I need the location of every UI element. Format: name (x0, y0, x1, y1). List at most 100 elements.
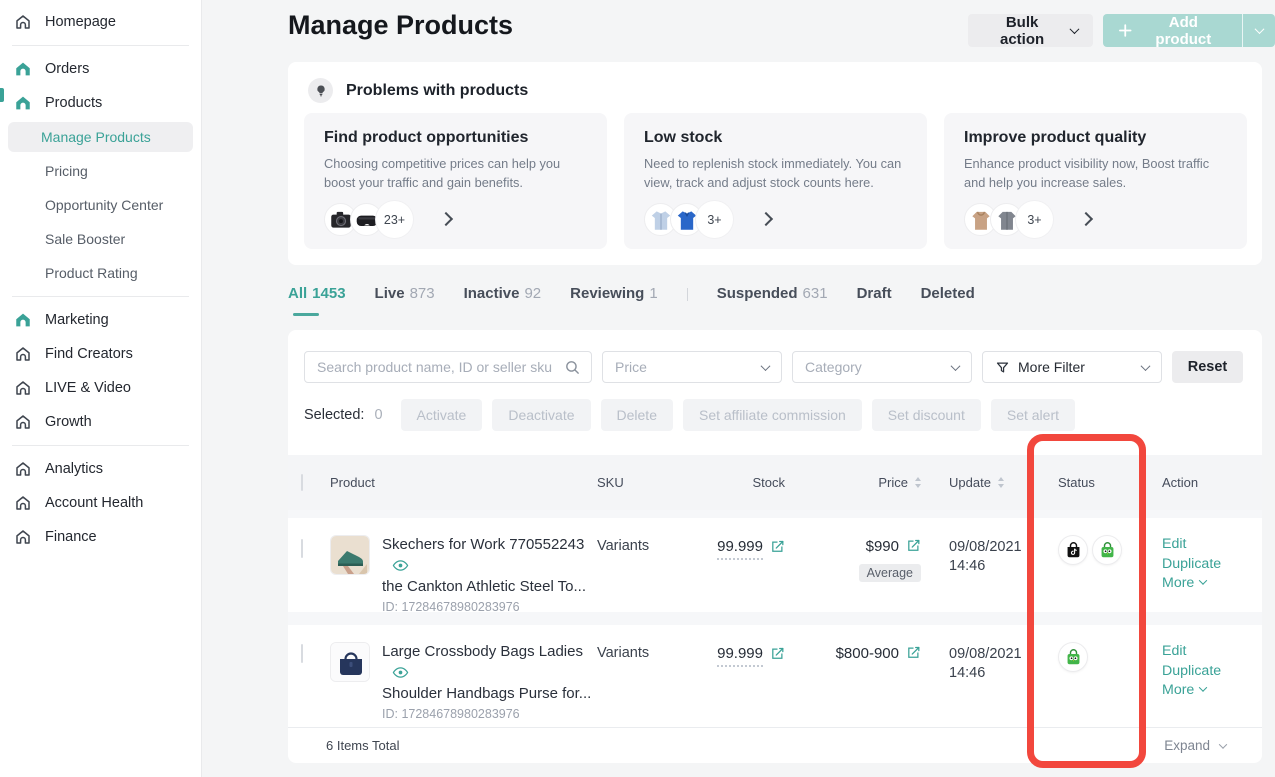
add-product-dropdown-button[interactable] (1242, 14, 1275, 47)
bulk-action-button[interactable]: Bulk action (968, 14, 1093, 47)
set-affiliate-commission-button[interactable]: Set affiliate commission (683, 399, 862, 431)
column-update[interactable]: Update (938, 475, 1050, 490)
edit-link[interactable]: Edit (1162, 535, 1186, 555)
chevron-down-icon (1254, 24, 1264, 34)
category-filter-dropdown[interactable]: Category (792, 351, 972, 383)
preview-eye-icon[interactable] (392, 558, 409, 578)
deactivate-button[interactable]: Deactivate (492, 399, 590, 431)
house-icon (14, 494, 32, 512)
card-thumbnails: 23+ (324, 201, 587, 238)
sort-icon[interactable] (915, 477, 921, 488)
duplicate-link[interactable]: Duplicate (1162, 662, 1221, 682)
search-input[interactable] (317, 359, 564, 375)
edit-stock-icon[interactable] (770, 646, 785, 666)
card-improve-product-quality[interactable]: Improve product quality Enhance product … (944, 113, 1247, 249)
tab-live[interactable]: Live873 (375, 285, 435, 316)
more-count-badge: 3+ (696, 201, 733, 238)
sidebar-item-label: Orders (45, 61, 89, 77)
sidebar: Homepage Orders Products Manage Products… (0, 0, 202, 777)
green-owl-bag-icon (1058, 642, 1088, 672)
tab-draft[interactable]: Draft (857, 285, 892, 316)
column-action: Action (1160, 475, 1262, 490)
search-icon[interactable] (564, 359, 581, 376)
product-name-line1[interactable]: Skechers for Work 770552243 (382, 536, 584, 553)
sidebar-item-analytics[interactable]: Analytics (0, 452, 201, 486)
funnel-icon (995, 360, 1010, 375)
card-low-stock[interactable]: Low stock Need to replenish stock immedi… (624, 113, 927, 249)
sidebar-item-label: Sale Booster (45, 231, 125, 247)
stock-cell: 99.999 (743, 625, 798, 667)
tab-label: Reviewing (570, 285, 644, 302)
stock-value[interactable]: 99.999 (717, 645, 763, 667)
sidebar-item-label: Marketing (45, 312, 109, 328)
more-filter-dropdown[interactable]: More Filter (982, 351, 1162, 383)
duplicate-link[interactable]: Duplicate (1162, 555, 1221, 575)
more-link[interactable]: More (1162, 681, 1206, 701)
chevron-right-icon[interactable] (441, 211, 451, 229)
activate-button[interactable]: Activate (401, 399, 483, 431)
edit-link[interactable]: Edit (1162, 642, 1186, 662)
set-alert-button[interactable]: Set alert (991, 399, 1075, 431)
sidebar-divider (12, 296, 189, 297)
sidebar-item-label: LIVE & Video (45, 380, 131, 396)
row-gap (288, 510, 1262, 518)
sidebar-item-label: Analytics (45, 461, 103, 477)
sidebar-item-opportunity-center[interactable]: Opportunity Center (0, 188, 201, 222)
add-product-button[interactable]: Add product (1103, 14, 1242, 47)
tab-all[interactable]: All1453 (288, 285, 346, 316)
tab-deleted[interactable]: Deleted (921, 285, 975, 316)
row-checkbox[interactable] (301, 539, 303, 558)
sidebar-item-manage-products[interactable]: Manage Products (8, 122, 193, 152)
preview-eye-icon[interactable] (392, 665, 409, 685)
tiktok-shop-bag-icon (1058, 535, 1088, 565)
sidebar-item-products[interactable]: Products (0, 86, 201, 120)
problems-title: Problems with products (346, 82, 528, 100)
edit-price-icon[interactable] (906, 645, 921, 664)
reset-button[interactable]: Reset (1172, 351, 1243, 383)
sidebar-item-marketing[interactable]: Marketing (0, 303, 201, 337)
table-row: Skechers for Work 770552243 the Cankton … (288, 518, 1262, 612)
column-price[interactable]: Price (798, 475, 938, 490)
product-cell: Large Crossbody Bags Ladies Shoulder Han… (330, 625, 597, 721)
select-all-checkbox[interactable] (301, 474, 303, 491)
sidebar-item-homepage[interactable]: Homepage (0, 5, 201, 39)
edit-price-icon[interactable] (906, 538, 921, 557)
sidebar-item-finance[interactable]: Finance (0, 520, 201, 554)
tab-suspended[interactable]: Suspended631 (717, 285, 828, 316)
card-description: Enhance product visibility now, Boost tr… (964, 154, 1229, 192)
house-icon (14, 379, 32, 397)
sidebar-item-find-creators[interactable]: Find Creators (0, 337, 201, 371)
sidebar-item-product-rating[interactable]: Product Rating (0, 256, 201, 290)
sidebar-item-live-video[interactable]: LIVE & Video (0, 371, 201, 405)
set-discount-button[interactable]: Set discount (872, 399, 981, 431)
tab-reviewing[interactable]: Reviewing1 (570, 285, 658, 316)
sidebar-item-label: Homepage (45, 14, 116, 30)
sidebar-item-sale-booster[interactable]: Sale Booster (0, 222, 201, 256)
product-info: Skechers for Work 770552243 the Cankton … (382, 535, 597, 614)
stock-value[interactable]: 99.999 (717, 538, 763, 560)
delete-button[interactable]: Delete (601, 399, 673, 431)
sidebar-item-account-health[interactable]: Account Health (0, 486, 201, 520)
expand-toggle[interactable]: Expand (1164, 738, 1226, 753)
update-cell: 09/08/2021 14:46 (938, 625, 1050, 683)
sort-icon[interactable] (998, 477, 1004, 488)
status-cell (1050, 625, 1160, 672)
sidebar-item-pricing[interactable]: Pricing (0, 154, 201, 188)
house-icon (14, 413, 32, 431)
edit-stock-icon[interactable] (770, 539, 785, 559)
product-name-line2[interactable]: Shoulder Handbags Purse for... (382, 684, 597, 704)
sidebar-item-label: Product Rating (45, 265, 138, 281)
tab-inactive[interactable]: Inactive92 (464, 285, 542, 316)
tab-count: 1453 (312, 285, 345, 302)
price-filter-dropdown[interactable]: Price (602, 351, 782, 383)
row-checkbox[interactable] (301, 644, 303, 663)
card-find-product-opportunities[interactable]: Find product opportunities Choosing comp… (304, 113, 607, 249)
product-name-line2[interactable]: the Cankton Athletic Steel To... (382, 577, 597, 597)
house-icon (14, 94, 32, 112)
sidebar-item-growth[interactable]: Growth (0, 405, 201, 439)
more-link[interactable]: More (1162, 574, 1206, 594)
product-name-line1[interactable]: Large Crossbody Bags Ladies (382, 643, 583, 660)
chevron-right-icon[interactable] (1081, 211, 1091, 229)
sidebar-item-orders[interactable]: Orders (0, 52, 201, 86)
chevron-right-icon[interactable] (761, 211, 771, 229)
